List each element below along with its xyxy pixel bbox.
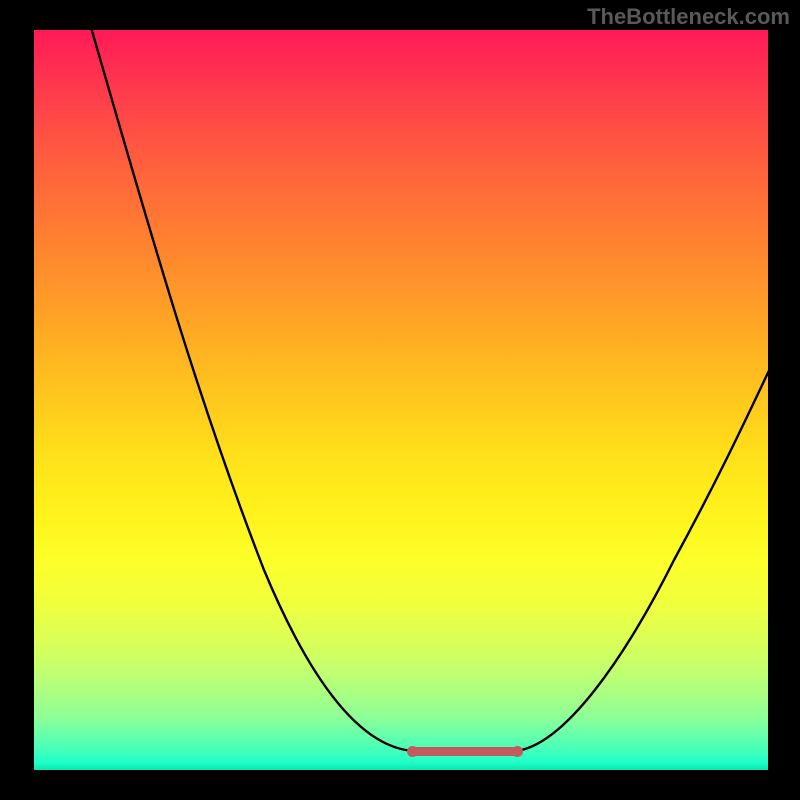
curve-svg (34, 30, 768, 770)
flat-marker-right-dot (512, 746, 523, 757)
flat-minimum-marker (410, 747, 520, 756)
curve-right-branch (516, 360, 768, 751)
plot-area (34, 30, 768, 770)
watermark-text: TheBottleneck.com (587, 4, 790, 30)
flat-marker-left-dot (407, 746, 418, 757)
curve-left-branch (90, 30, 414, 751)
